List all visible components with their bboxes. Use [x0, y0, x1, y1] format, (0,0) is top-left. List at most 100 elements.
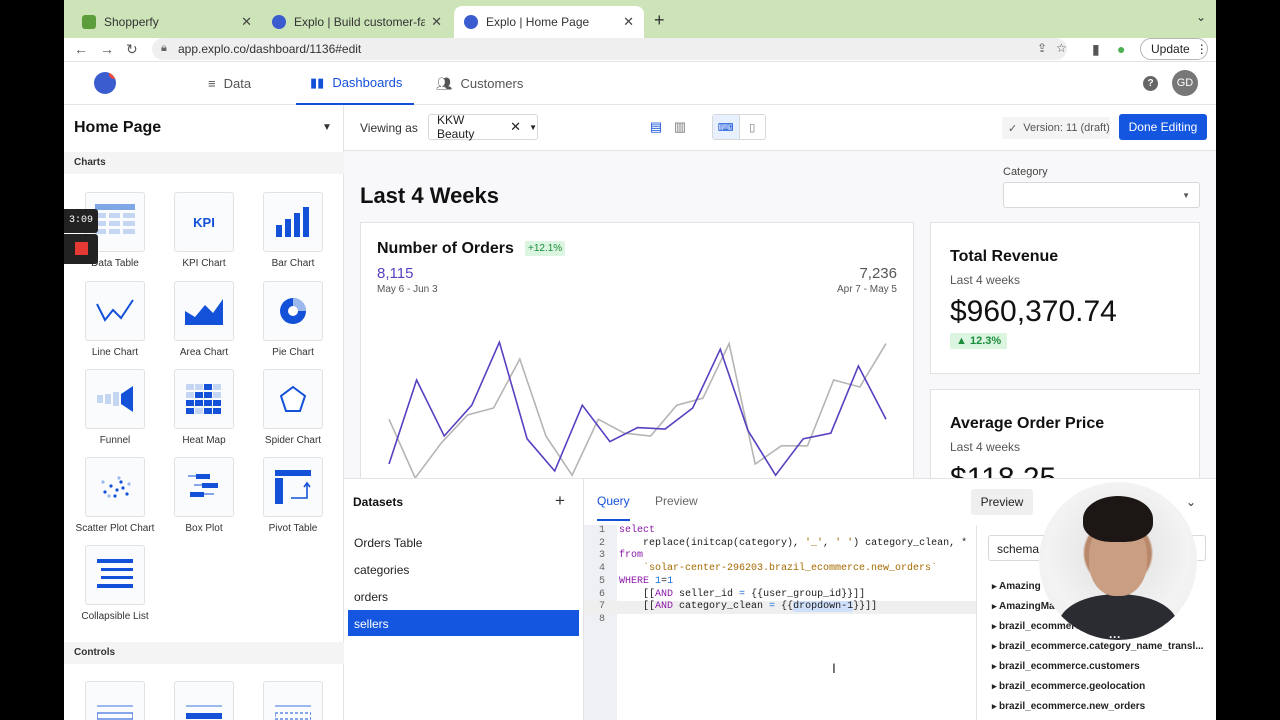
new-tab-icon[interactable]: + [654, 10, 665, 31]
schema-item[interactable]: brazil_ecommerce.new_orders [992, 701, 1145, 712]
back-arrow-icon[interactable]: ← [74, 41, 88, 57]
dataset-item-selected[interactable]: sellers [348, 610, 579, 636]
help-icon[interactable]: ? [1143, 76, 1158, 91]
chart-tile-heatmap[interactable]: Heat Map [160, 369, 248, 446]
line-chart-icon [85, 281, 145, 341]
line-number: 1 [598, 525, 605, 536]
more-vert-icon: ⋮ [1195, 42, 1208, 56]
caret-down-icon: ▼ [1182, 191, 1190, 200]
url-field[interactable]: 🔒︎ app.explo.co/dashboard/1136#edit ⇪ ☆ [152, 38, 1067, 60]
chart-tile-label: Pivot Table [268, 523, 318, 534]
aop-kpi-card[interactable]: Average Order Price Last 4 weeks $118.25 [930, 389, 1200, 478]
schema-item[interactable]: Amazing [992, 581, 1041, 592]
viewing-as-value: KKW Beauty [437, 113, 475, 141]
category-dropdown[interactable]: ▼ [1003, 182, 1200, 208]
nav-dashboards[interactable]: ▮▮ Dashboards [296, 62, 414, 105]
done-editing-button[interactable]: Done Editing [1119, 114, 1207, 140]
chart-tile-spider[interactable]: Spider Chart [249, 369, 337, 446]
orders-line-chart [388, 339, 887, 478]
url-text: app.explo.co/dashboard/1136#edit [178, 42, 362, 56]
orders-chart-card[interactable]: Number of Orders +12.1% 8,115 May 6 - Ju… [360, 222, 914, 478]
schema-item[interactable]: brazil_ecommerce.category_name_transl... [992, 641, 1204, 652]
sql-editor[interactable]: 1 select 2 replace(initcap(category), '_'… [584, 525, 976, 720]
schema-item[interactable]: brazil_ecommerce.geolocation [992, 681, 1145, 692]
kpi-value: $960,370.74 [950, 295, 1117, 328]
dashboard-title: Home Page [74, 119, 162, 136]
chart-tile-label: Collapsible List [81, 611, 149, 622]
add-dataset-icon[interactable]: + [555, 491, 565, 511]
box-plot-icon [174, 457, 234, 517]
revenue-kpi-card[interactable]: Total Revenue Last 4 weeks $960,370.74 ▲… [930, 222, 1200, 374]
chart-tile-box-plot[interactable]: Box Plot [160, 457, 248, 534]
bookmark-star-icon[interactable]: ☆ [1056, 41, 1067, 55]
version-badge[interactable]: ✓ Version: 11 (draft) [1002, 117, 1110, 139]
browser-tab-bar: Shopperfy ✕ Explo | Build customer-facin… [64, 0, 1216, 38]
control-tile[interactable] [71, 681, 159, 720]
version-text: Version: 11 (draft) [1023, 122, 1110, 134]
reload-icon[interactable]: ↻ [126, 41, 138, 58]
heat-map-icon [174, 369, 234, 429]
chart-tile-bar[interactable]: Bar Chart [249, 192, 337, 269]
nav-customers[interactable]: 👥︎ Customers [436, 62, 523, 105]
chart-tile-scatter[interactable]: Scatter Plot Chart [71, 457, 159, 534]
close-tab-icon[interactable]: ✕ [241, 14, 252, 30]
dataset-item[interactable]: categories [348, 556, 579, 582]
chart-tile-label: Spider Chart [264, 435, 322, 446]
chart-tile-collapsible-list[interactable]: Collapsible List [71, 545, 159, 622]
desktop-layout-icon[interactable]: ▤ [646, 118, 666, 136]
control-tile[interactable] [160, 681, 248, 720]
spider-chart-icon [263, 369, 323, 429]
series-line [388, 339, 887, 477]
chart-tile-area[interactable]: Area Chart [160, 281, 248, 358]
browser-tab[interactable]: Shopperfy ✕ [72, 6, 262, 38]
schema-item[interactable]: brazil_ecommerce.customers [992, 661, 1140, 672]
scatter-plot-icon [85, 457, 145, 517]
dataset-item[interactable]: Orders Table [348, 529, 579, 555]
chart-tile-line[interactable]: Line Chart [71, 281, 159, 358]
kpi-change-badge: ▲ 12.3% [950, 333, 1008, 349]
dataset-item[interactable]: orders [348, 583, 579, 609]
tab-preview[interactable]: Preview [655, 494, 698, 508]
chart-tile-kpi[interactable]: KPI KPI Chart [160, 192, 248, 269]
tab-search-chevron-icon[interactable]: ⌄ [1196, 10, 1206, 24]
nav-data[interactable]: ≡ Data [208, 62, 251, 105]
share-icon[interactable]: ⇪ [1037, 41, 1047, 55]
line-number: 6 [598, 588, 605, 600]
viewing-as-select[interactable]: KKW Beauty ✕ ▼ [428, 113, 538, 141]
tab-query[interactable]: Query [597, 494, 630, 521]
chart-tile-label: Area Chart [179, 347, 229, 358]
code-view-icon[interactable]: ⌨ [713, 115, 740, 139]
address-bar-row: ← → ↻ 🔒︎ app.explo.co/dashboard/1136#edi… [64, 38, 1216, 62]
kpi-value: $118.25 [950, 462, 1056, 478]
pivot-table-icon [263, 457, 323, 517]
profile-icon[interactable]: ● [1117, 41, 1125, 57]
edit-mode-toggle: ⌨ ▯ [712, 114, 766, 140]
explo-logo[interactable] [94, 72, 116, 94]
document-view-icon[interactable]: ▯ [740, 115, 766, 139]
line-number: 4 [598, 563, 605, 575]
chart-tile-funnel[interactable]: Funnel [71, 369, 159, 446]
caret-down-icon[interactable]: ▼ [322, 122, 332, 133]
browser-tab[interactable]: Explo | Build customer-facing d ✕ [262, 6, 452, 38]
preview-button[interactable]: Preview [971, 489, 1033, 515]
chart-tile-pie[interactable]: Pie Chart [249, 281, 337, 358]
schema-item[interactable]: AmazingMa [992, 601, 1055, 612]
webcam-bubble[interactable]: ··· [1039, 482, 1197, 640]
tab-title: Shopperfy [104, 15, 159, 29]
chart-tile-pivot[interactable]: Pivot Table [249, 457, 337, 534]
pie-chart-icon [263, 281, 323, 341]
close-tab-icon[interactable]: ✕ [623, 14, 634, 30]
clear-icon[interactable]: ✕ [510, 119, 521, 135]
side-panel-icon[interactable]: ▮ [1092, 41, 1100, 58]
webcam-menu-icon[interactable]: ··· [1109, 630, 1121, 640]
avatar[interactable]: GD [1172, 70, 1198, 96]
split-layout-icon[interactable]: ▥ [670, 118, 690, 136]
forward-arrow-icon[interactable]: → [100, 41, 114, 57]
browser-tab-active[interactable]: Explo | Home Page ✕ [454, 6, 644, 38]
stop-recording-button[interactable] [64, 234, 98, 264]
control-tile[interactable] [249, 681, 337, 720]
explo-favicon-icon [272, 15, 286, 29]
close-tab-icon[interactable]: ✕ [431, 14, 442, 30]
collapse-panel-icon[interactable]: ⌄ [1186, 495, 1196, 509]
update-button[interactable]: Update ⋮ [1140, 38, 1208, 60]
